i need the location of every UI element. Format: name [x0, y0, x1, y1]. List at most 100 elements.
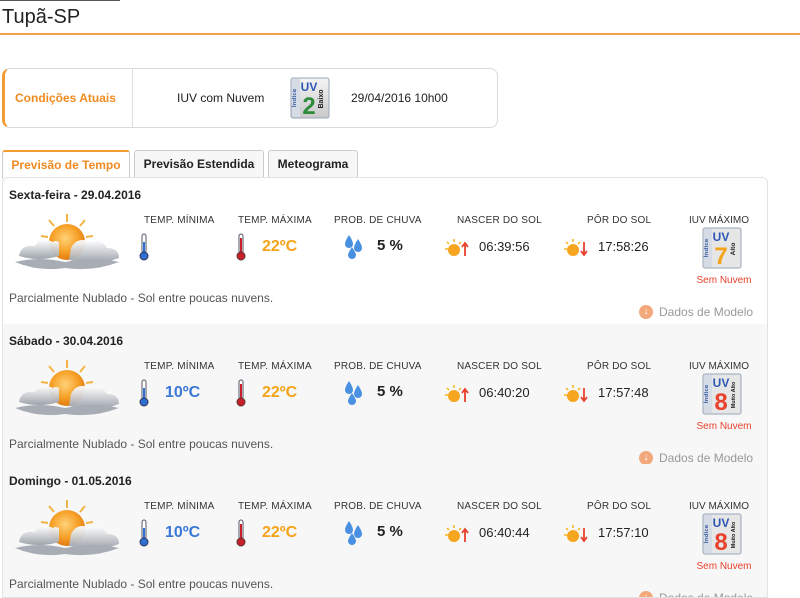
temp-max-value: 22ºC: [262, 384, 298, 401]
sunrise-icon: [445, 238, 469, 263]
dados-de-modelo-label: Dados de Modelo: [659, 450, 754, 465]
rain-probability-value: 5 %: [377, 237, 403, 254]
uv-note: Sem Nuvem: [696, 275, 752, 286]
current-iuv-text: IUV com Nuvem: [177, 91, 265, 105]
uv-max-level: Alto: [730, 243, 737, 256]
sunset-time: 17:57:48: [598, 385, 649, 400]
thermometer-cold-icon: [139, 379, 149, 412]
label-nascer-do-sol: NASCER DO SOL: [457, 215, 542, 226]
temp-min-value: 10ºC: [165, 384, 201, 401]
tab-previsao-de-tempo[interactable]: Previsão de Tempo: [2, 150, 130, 179]
badge-vertical-label: Índice: [702, 524, 710, 543]
forecast-day: Sexta-feira - 29.04.2016 TEMP. MÍNIMA TE…: [3, 178, 767, 320]
tab-previsao-estendida[interactable]: Previsão Estendida: [134, 150, 264, 178]
weather-description: Parcialmente Nublado - Sol entre poucas …: [9, 291, 274, 305]
label-temp-minima: TEMP. MÍNIMA: [144, 361, 215, 372]
top-rule: [0, 0, 120, 1]
label-prob-chuva: PROB. DE CHUVA: [334, 361, 422, 372]
current-datetime: 29/04/2016 10h00: [351, 91, 448, 105]
chevron-down-icon: ↓: [639, 450, 653, 465]
thermometer-hot-icon: [236, 379, 246, 412]
rain-probability-value: 5 %: [377, 383, 403, 400]
badge-vertical-label: Índice: [290, 88, 298, 107]
sunrise-icon: [445, 384, 469, 409]
uv-max-level: Muito Alto: [731, 381, 737, 408]
label-nascer-do-sol: NASCER DO SOL: [457, 501, 542, 512]
temp-max-value: 22ºC: [262, 524, 298, 541]
dados-de-modelo-label: Dados de Modelo: [659, 590, 754, 598]
temp-max-value: 22ºC: [262, 238, 298, 255]
sunset-icon: [564, 524, 588, 549]
sunrise-icon: [445, 524, 469, 549]
uv-note: Sem Nuvem: [696, 561, 752, 572]
label-iuv-maximo: IUV MÁXIMO: [689, 501, 750, 512]
dados-de-modelo-link[interactable]: ↓ Dados de Modelo: [639, 590, 754, 598]
chevron-down-icon: ↓: [639, 304, 653, 319]
thermometer-cold-icon: [139, 233, 149, 266]
badge-uv-text: UV: [713, 376, 730, 390]
uv-max-value: 8: [714, 389, 727, 415]
current-divider: [132, 69, 133, 127]
uv-max-value: 8: [714, 529, 727, 555]
thermometer-cold-icon: [139, 519, 149, 552]
thermometer-hot-icon: [236, 233, 246, 266]
uv-index-badge-icon: Índice UV 7 Alto: [702, 227, 742, 274]
uv-index-badge-icon: Índice UV 8 Muito Alto: [702, 373, 742, 420]
sunset-icon: [564, 238, 588, 263]
uv-max-value: 7: [714, 243, 727, 269]
day-title: Sexta-feira - 29.04.2016: [9, 188, 142, 202]
temp-min-value: 10ºC: [165, 524, 201, 541]
label-temp-maxima: TEMP. MÁXIMA: [238, 501, 312, 512]
forecast-panel: Sexta-feira - 29.04.2016 TEMP. MÍNIMA TE…: [2, 177, 768, 598]
forecast-day: Sábado - 30.04.2016 TEMP. MÍNIMA 10ºC TE…: [3, 324, 767, 465]
weather-description: Parcialmente Nublado - Sol entre poucas …: [9, 577, 274, 591]
rain-drops-icon: [343, 519, 365, 550]
sunrise-time: 06:39:56: [479, 239, 530, 254]
label-temp-maxima: TEMP. MÁXIMA: [238, 361, 312, 372]
weather-description: Parcialmente Nublado - Sol entre poucas …: [9, 437, 274, 451]
label-por-do-sol: PÔR DO SOL: [587, 501, 652, 512]
label-temp-minima: TEMP. MÍNIMA: [144, 501, 215, 512]
rain-probability-value: 5 %: [377, 523, 403, 540]
label-temp-maxima: TEMP. MÁXIMA: [238, 215, 312, 226]
sunset-time: 17:57:10: [598, 525, 649, 540]
sunset-icon: [564, 384, 588, 409]
badge-vertical-label: Índice: [702, 384, 710, 403]
day-title: Domingo - 01.05.2016: [9, 474, 132, 488]
label-iuv-maximo: IUV MÁXIMO: [689, 361, 750, 372]
label-nascer-do-sol: NASCER DO SOL: [457, 361, 542, 372]
current-conditions-box: Condições Atuais IUV com Nuvem Índice UV…: [2, 68, 498, 128]
chevron-down-icon: ↓: [639, 590, 653, 597]
label-por-do-sol: PÔR DO SOL: [587, 215, 652, 226]
rain-drops-icon: [343, 379, 365, 410]
uv-note: Sem Nuvem: [696, 421, 752, 432]
dados-de-modelo-label: Dados de Modelo: [659, 304, 754, 319]
day-title: Sábado - 30.04.2016: [9, 334, 124, 348]
partly-cloudy-icon: [11, 212, 123, 279]
label-temp-minima: TEMP. MÍNIMA: [144, 215, 215, 226]
label-prob-chuva: PROB. DE CHUVA: [334, 215, 422, 226]
tab-meteograma[interactable]: Meteograma: [268, 150, 358, 178]
sunrise-time: 06:40:20: [479, 385, 530, 400]
city-title: Tupã-SP: [2, 6, 81, 28]
badge-uv-value: 2: [302, 93, 315, 119]
partly-cloudy-icon: [11, 358, 123, 425]
badge-uv-level: Baixo: [318, 89, 325, 108]
uv-index-badge-icon: Índice UV 8 Muito Alto: [702, 513, 742, 560]
sunset-time: 17:58:26: [598, 239, 649, 254]
title-divider: [0, 33, 800, 35]
badge-uv-text: UV: [713, 516, 730, 530]
badge-uv-text: UV: [301, 80, 318, 94]
sunrise-time: 06:40:44: [479, 525, 530, 540]
uv-max-level: Muito Alto: [731, 521, 737, 548]
dados-de-modelo-link[interactable]: ↓ Dados de Modelo: [639, 304, 753, 320]
badge-vertical-label: Índice: [702, 238, 710, 257]
forecast-day: Domingo - 01.05.2016 TEMP. MÍNIMA 10ºC T…: [3, 464, 767, 598]
rain-drops-icon: [343, 233, 365, 264]
partly-cloudy-icon: [11, 498, 123, 565]
current-uv-badge-icon: Índice UV 2 Baixo: [290, 77, 330, 124]
label-por-do-sol: PÔR DO SOL: [587, 361, 652, 372]
current-conditions-label: Condições Atuais: [15, 91, 116, 105]
label-iuv-maximo: IUV MÁXIMO: [689, 215, 750, 226]
badge-uv-text: UV: [713, 230, 730, 244]
